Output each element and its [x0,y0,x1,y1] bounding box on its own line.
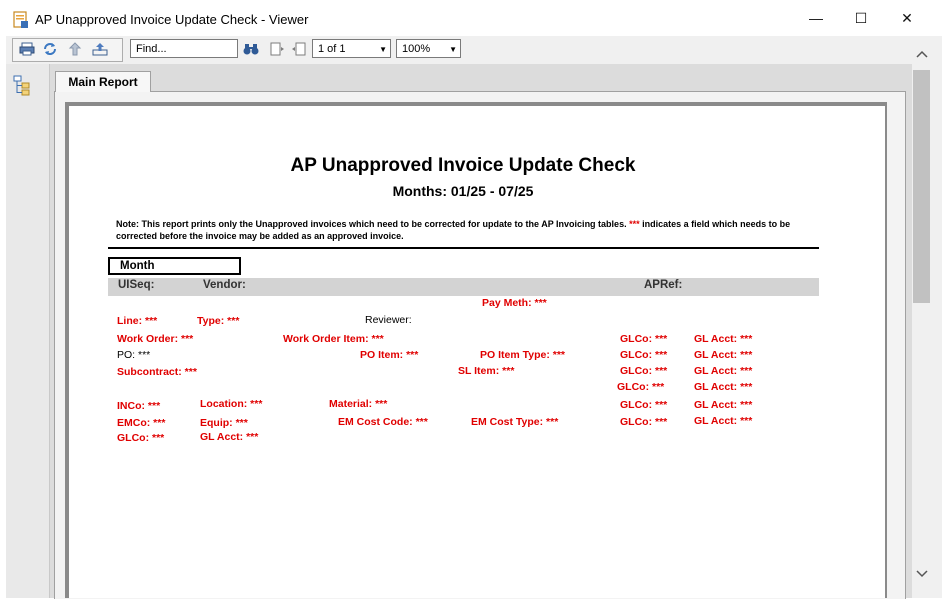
scroll-down-icon[interactable] [913,566,930,586]
work-order-field: Work Order: *** [117,333,194,345]
note-marker: *** [629,219,640,229]
minimize-button[interactable]: — [793,0,839,36]
equip-field: Equip: *** [200,417,248,429]
report-page [69,106,885,598]
glacct-field: GL Acct: *** [694,381,753,393]
window-title: AP Unapproved Invoice Update Check - Vie… [35,12,309,27]
glco-field: GLCo: *** [620,333,668,345]
note-prefix: Note: This report prints only the Unappr… [116,219,630,229]
export-up-icon[interactable] [66,41,84,57]
glco-field: GLCo: *** [620,349,668,361]
glco-field: GLCo: *** [620,365,668,377]
material-field: Material: *** [329,398,388,410]
emco-field: EMCo: *** [117,417,166,429]
zoom-select[interactable]: 100% ▼ [396,39,461,58]
reviewer-field: Reviewer: [365,314,412,326]
divider-line [108,247,819,249]
po-item-type-field: PO Item Type: *** [480,349,565,361]
subcontract-field: Subcontract: *** [117,366,197,378]
refresh-icon[interactable] [41,41,59,57]
location-field: Location: *** [200,398,263,410]
month-group-box: Month [108,257,241,275]
page-select[interactable]: 1 of 1 ▼ [312,39,391,58]
app-icon [13,11,29,29]
sl-item-field: SL Item: *** [458,365,515,377]
em-cost-code-field: EM Cost Code: *** [338,416,428,428]
prev-page-icon[interactable] [290,41,308,57]
report-note: Note: This report prints only the Unappr… [116,218,828,242]
print-icon[interactable] [18,41,36,57]
inco-field: INCo: *** [117,400,161,412]
export-icon[interactable] [91,41,109,57]
close-button[interactable]: ✕ [884,0,930,36]
chevron-down-icon: ▼ [449,45,457,54]
glacct-field: GL Acct: *** [694,365,753,377]
glacct-field: GL Acct: *** [694,333,753,345]
glco-field: GLCo: *** [117,432,165,444]
glacct-field: GL Acct: *** [694,399,753,411]
glacct-field: GL Acct: *** [200,431,259,443]
scrollbar-thumb[interactable] [913,70,930,303]
maximize-button[interactable]: ☐ [838,0,884,36]
vendor-label: Vendor: [203,279,246,291]
po-field: PO: *** [117,349,151,361]
binoculars-icon[interactable] [242,41,260,57]
glacct-field: GL Acct: *** [694,349,753,361]
find-input[interactable]: Find... [130,39,238,58]
apref-label: APRef: [644,279,683,291]
scroll-up-icon[interactable] [913,48,930,68]
em-cost-type-field: EM Cost Type: *** [471,416,559,428]
glco-field: GLCo: *** [620,399,668,411]
report-subtitle: Months: 01/25 - 07/25 [392,183,534,199]
first-page-icon[interactable] [268,41,286,57]
uiseq-label: UISeq: [118,279,155,291]
glacct-field: GL Acct: *** [694,415,753,427]
zoom-select-value: 100% [402,43,431,55]
glco-field: GLCo: *** [617,381,665,393]
report-title: AP Unapproved Invoice Update Check [290,155,636,176]
line-field: Line: *** [117,315,158,327]
glco-field: GLCo: *** [620,416,668,428]
group-tree-panel [6,64,50,598]
page-select-value: 1 of 1 [318,43,346,55]
po-item-field: PO Item: *** [360,349,419,361]
chevron-down-icon: ▼ [379,45,387,54]
pay-meth-field: Pay Meth: *** [482,297,547,309]
group-tree-icon[interactable] [12,74,34,96]
tab-main-report[interactable]: Main Report [55,71,151,92]
work-order-item-field: Work Order Item: *** [283,333,384,345]
type-field: Type: *** [197,315,240,327]
